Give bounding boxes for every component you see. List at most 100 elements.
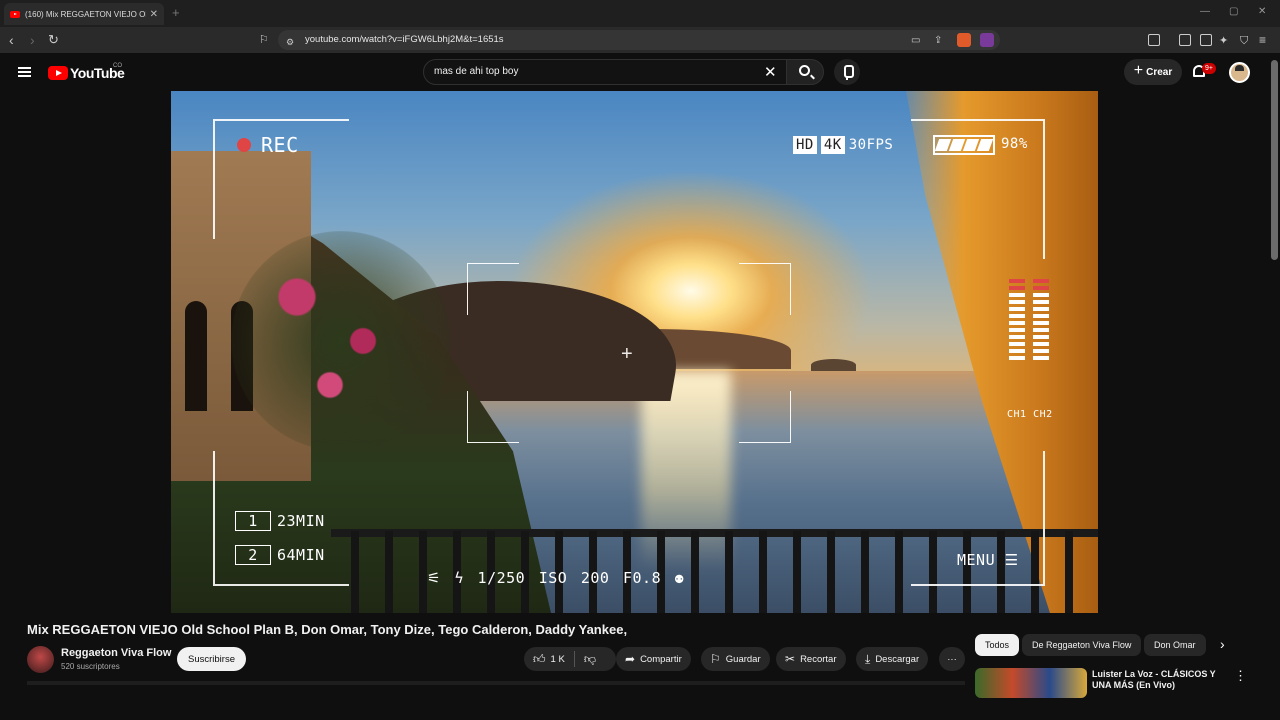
youtube-header: YouTube CO mas de ahi top boy ✕ + Crear 9… [0, 53, 1280, 91]
chip-todos[interactable]: Todos [975, 634, 1020, 656]
country-code: CO [113, 63, 122, 69]
minimize-button[interactable]: — [1200, 6, 1210, 17]
share-icon[interactable]: ⇪ [934, 32, 942, 50]
video-flowers [231, 231, 451, 451]
storage-slot-2: 2 64MIN [235, 545, 325, 565]
site-info-icon[interactable]: ⚙ [286, 33, 294, 51]
more-actions-button[interactable]: ··· [939, 647, 965, 671]
battery-icon [933, 135, 995, 155]
focus-bracket [467, 263, 519, 315]
channel-avatar[interactable] [27, 646, 54, 673]
hd-badge: HD [793, 136, 817, 154]
chip-channel[interactable]: De Reggaeton Viva Flow [1022, 634, 1142, 656]
leo-ai-icon[interactable]: ✦ [1219, 32, 1228, 50]
maximize-button[interactable]: ▢ [1229, 6, 1238, 17]
description-box[interactable] [27, 681, 965, 685]
slot-time: 64MIN [277, 546, 325, 564]
browser-menu-icon[interactable]: ≡ [1259, 31, 1266, 49]
clear-search-icon[interactable]: ✕ [764, 63, 777, 81]
crosshair-icon: + [621, 343, 633, 365]
tab-title: (160) Mix REGGAETON VIEJO Ol [25, 9, 146, 19]
video-window [185, 301, 207, 411]
rewards-icon[interactable] [980, 33, 994, 47]
url-text[interactable]: youtube.com/watch?v=iFGW6Lbhj2M&t=1651s [305, 34, 504, 45]
close-window-button[interactable]: ✕ [1258, 6, 1266, 17]
recommended-thumbnail[interactable] [975, 668, 1087, 698]
audio-meter-ch2 [1033, 279, 1049, 360]
battery-percent: 98% [1001, 136, 1028, 152]
slot-number: 1 [235, 511, 271, 531]
brave-shield-icon[interactable] [957, 33, 971, 47]
search-button[interactable] [786, 59, 824, 85]
vpn-icon[interactable]: ⛉ [1240, 32, 1248, 50]
4k-badge: 4K [820, 136, 845, 154]
youtube-favicon-icon [10, 10, 20, 18]
audio-meter-ch1 [1009, 279, 1025, 360]
voice-search-icon[interactable] [834, 59, 860, 85]
back-icon[interactable]: ‹ [9, 31, 14, 49]
rec-label: REC [261, 133, 299, 157]
subscribe-button[interactable]: Suscribirse [177, 647, 246, 671]
new-tab-button[interactable]: + [172, 5, 180, 20]
scissors-icon: ✂ [785, 652, 796, 666]
video-island [811, 359, 856, 371]
fps-label: 30FPS [848, 137, 894, 153]
clip-button[interactable]: ✂ Recortar [776, 647, 846, 671]
save-button[interactable]: ⚐ Guardar [701, 647, 770, 671]
cast-icon[interactable]: ▭ [911, 32, 920, 50]
camera-settings: ⚟ ϟ 1/250 ISO 200 F0.8 ⚉ [427, 569, 685, 587]
bookmark-icon[interactable]: ⚐ [259, 31, 269, 49]
bookmark-save-icon: ⚐ [710, 652, 721, 666]
like-count[interactable]: 1 K [551, 654, 565, 665]
download-button[interactable]: ⤓ Descargar [856, 647, 929, 671]
share-button[interactable]: ➦ Compartir [616, 647, 691, 671]
more-icon: ··· [947, 653, 957, 665]
clip-label: Recortar [800, 653, 837, 665]
kebab-menu-icon[interactable]: ⋮ [1234, 668, 1247, 684]
video-title: Mix REGGAETON VIEJO Old School Plan B, D… [27, 622, 628, 637]
reload-icon[interactable]: ↻ [48, 31, 59, 49]
recommended-title[interactable]: Luister La Voz - CLÁSICOS Y UNA MÁS (En … [1092, 669, 1222, 691]
create-button[interactable]: + Crear [1124, 59, 1182, 85]
browser-tab[interactable]: (160) Mix REGGAETON VIEJO Ol ✕ [4, 3, 164, 25]
notification-badge: 9+ [1202, 63, 1216, 74]
divider [573, 651, 575, 667]
record-dot-icon [237, 138, 251, 152]
dislike-icon[interactable]: 👎︎ [584, 652, 596, 667]
slot-number: 2 [235, 545, 271, 565]
menu-label: MENU ☰ [957, 551, 1019, 569]
plus-icon: + [1133, 62, 1144, 79]
close-tab-icon[interactable]: ✕ [150, 9, 158, 20]
sidebar-toggle-icon[interactable] [1179, 34, 1191, 46]
avatar[interactable] [1229, 62, 1250, 83]
channel-name[interactable]: Reggaeton Viva Flow [61, 647, 171, 659]
extensions-icon[interactable] [1148, 34, 1160, 46]
download-icon: ⤓ [865, 651, 871, 666]
search-icon [799, 65, 810, 76]
browser-tab-bar: (160) Mix REGGAETON VIEJO Ol ✕ + — ▢ ✕ [0, 0, 1280, 27]
download-label: Descargar [875, 653, 920, 665]
like-icon[interactable]: 👍︎ [533, 652, 546, 667]
focus-bracket [739, 391, 791, 443]
chip-don-omar[interactable]: Don Omar [1144, 634, 1206, 656]
subscriber-count: 520 suscriptores [61, 662, 120, 671]
forward-icon[interactable]: › [30, 31, 35, 49]
create-label: Crear [1146, 66, 1173, 78]
video-specs: HD 4K 30FPS [793, 136, 893, 154]
focus-bracket [739, 263, 791, 315]
share-label: Compartir [640, 653, 682, 665]
focus-bracket [467, 391, 519, 443]
menu-icon[interactable] [18, 67, 31, 77]
address-toolbar: ‹ › ↻ ⚐ ⚙ youtube.com/watch?v=iFGW6Lbhj2… [0, 27, 1280, 53]
scrollbar[interactable] [1271, 60, 1278, 260]
channel-labels: CH1 CH2 [1007, 409, 1053, 420]
like-dislike-group: 👍︎ 1 K 👎︎ [524, 647, 616, 671]
storage-slot-1: 1 23MIN [235, 511, 325, 531]
chevron-right-icon[interactable]: › [1220, 636, 1225, 652]
save-label: Guardar [725, 653, 761, 665]
share-arrow-icon: ➦ [625, 652, 636, 666]
wallet-icon[interactable] [1200, 34, 1212, 46]
youtube-logo-icon[interactable] [48, 66, 68, 80]
video-player[interactable]: + REC HD 4K 30FPS 98% CH1 CH2 1 23MIN 2 64MI… [171, 91, 1098, 613]
search-input[interactable]: mas de ahi top boy [434, 66, 519, 77]
